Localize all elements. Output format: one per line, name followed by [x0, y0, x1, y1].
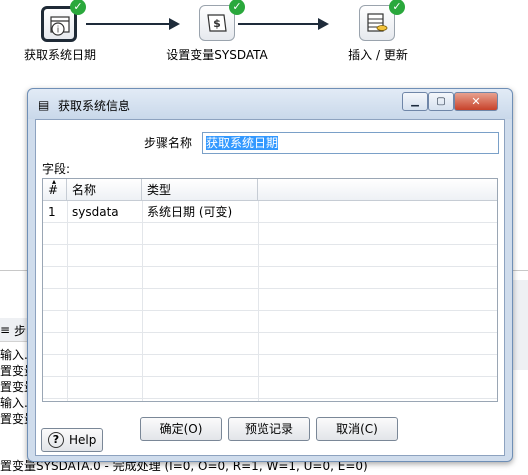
column-divider	[258, 201, 259, 401]
column-divider	[67, 201, 68, 401]
ok-status-icon: ✓	[70, 0, 86, 15]
svg-text:i: i	[57, 26, 60, 36]
step-name-label: 步骤名称	[144, 136, 193, 150]
dialog-titlebar[interactable]: ▤ 获取系统信息 ▁ ▢ ✕	[28, 89, 512, 119]
step-name-input[interactable]: 获取系统日期	[202, 132, 499, 154]
step-label: 设置变量SYSDATA	[166, 48, 268, 62]
help-icon: ?	[48, 432, 64, 448]
table-row-empty[interactable]	[43, 355, 497, 377]
dialog-app-icon: ▤	[38, 98, 50, 112]
close-button[interactable]: ✕	[454, 92, 498, 111]
svg-text:$: $	[213, 17, 221, 30]
preview-button[interactable]: 预览记录	[228, 417, 310, 441]
step-label: 插入 / 更新	[348, 48, 408, 62]
field-type-cell[interactable]: 系统日期 (可变)	[142, 201, 232, 223]
table-row-empty[interactable]	[43, 311, 497, 333]
column-header-number[interactable]: # ▴	[43, 179, 67, 201]
minimize-button[interactable]: ▁	[402, 92, 428, 111]
sort-indicator-icon: ▴	[52, 178, 57, 186]
column-header-name[interactable]: 名称	[67, 179, 142, 201]
table-row-empty[interactable]	[43, 223, 497, 245]
cancel-button[interactable]: 取消(C)	[316, 417, 398, 441]
table-row[interactable]: 1 sysdata 系统日期 (可变)	[43, 201, 497, 223]
maximize-button[interactable]: ▢	[428, 92, 454, 111]
table-row-empty[interactable]	[43, 377, 497, 399]
list-icon: ≡	[0, 323, 11, 337]
table-header: # ▴ 名称 类型	[43, 179, 497, 201]
help-label: Help	[69, 433, 97, 447]
column-divider	[142, 201, 143, 401]
hop-arrow[interactable]	[86, 23, 172, 25]
ok-button[interactable]: 确定(O)	[140, 417, 222, 441]
field-name-cell[interactable]: sysdata	[67, 201, 119, 223]
table-row-empty[interactable]	[43, 267, 497, 289]
hop-arrow-head	[318, 18, 329, 30]
table-row-empty[interactable]	[43, 333, 497, 355]
ok-status-icon: ✓	[229, 0, 245, 15]
step-name-value[interactable]: 获取系统日期	[206, 136, 279, 150]
table-row-empty[interactable]	[43, 245, 497, 267]
hop-arrow[interactable]	[238, 23, 321, 25]
help-button[interactable]: ? Help	[41, 428, 103, 452]
row-number: 1	[48, 205, 56, 219]
step-label: 获取系统日期	[23, 48, 96, 62]
log-tab-label[interactable]: 步	[14, 322, 26, 339]
fields-table[interactable]: # ▴ 名称 类型 1 sysdata 系统日期 (可变)	[42, 178, 498, 402]
dialog-body: 步骤名称 获取系统日期 字段: # ▴ 名称 类型 1 sysdata 系统日期…	[35, 119, 505, 456]
column-header-type[interactable]: 类型	[142, 179, 258, 201]
dialog-title: 获取系统信息	[58, 99, 131, 113]
get-system-info-dialog: ▤ 获取系统信息 ▁ ▢ ✕ 步骤名称 获取系统日期 字段: # ▴ 名称 类型…	[27, 88, 513, 462]
table-row-empty[interactable]	[43, 289, 497, 311]
hop-arrow-head	[169, 18, 180, 30]
fields-label: 字段:	[42, 162, 71, 176]
ok-status-icon: ✓	[389, 0, 405, 15]
